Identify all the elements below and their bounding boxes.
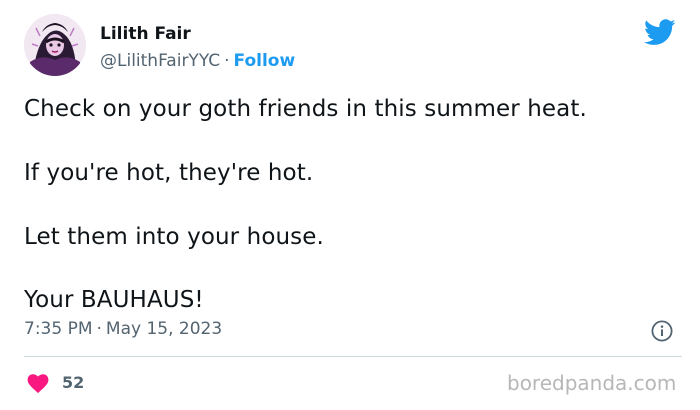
watermark: boredpanda.com [507, 371, 677, 395]
timestamp-separator: · [96, 319, 102, 339]
tweet-text-line: Let them into your house. [24, 224, 324, 250]
heart-icon[interactable] [27, 374, 49, 393]
tweet-text-line: Your BAUHAUS! [24, 287, 204, 313]
avatar-image [24, 14, 86, 76]
author-handle[interactable]: @LilithFairYYC [100, 51, 220, 71]
tweet-card: Lilith Fair @LilithFairYYC · Follow Check … [0, 0, 700, 410]
divider [24, 356, 682, 357]
twitter-bird-icon[interactable] [644, 19, 676, 46]
like-count: 52 [62, 373, 85, 392]
tweet-date: May 15, 2023 [105, 319, 223, 339]
tweet-timestamp[interactable]: 7:35 PM · May 15, 2023 [24, 319, 222, 339]
handle-separator: · [224, 51, 230, 71]
author-display-name[interactable]: Lilith Fair [100, 24, 191, 44]
avatar[interactable] [24, 14, 86, 76]
info-icon[interactable] [651, 320, 673, 342]
tweet-time: 7:35 PM [24, 319, 93, 339]
follow-button[interactable]: Follow [234, 51, 296, 71]
tweet-text-line: If you're hot, they're hot. [24, 160, 314, 186]
author-handle-row: @LilithFairYYC · Follow [100, 51, 295, 71]
tweet-text-line: Check on your goth friends in this summe… [24, 96, 587, 122]
